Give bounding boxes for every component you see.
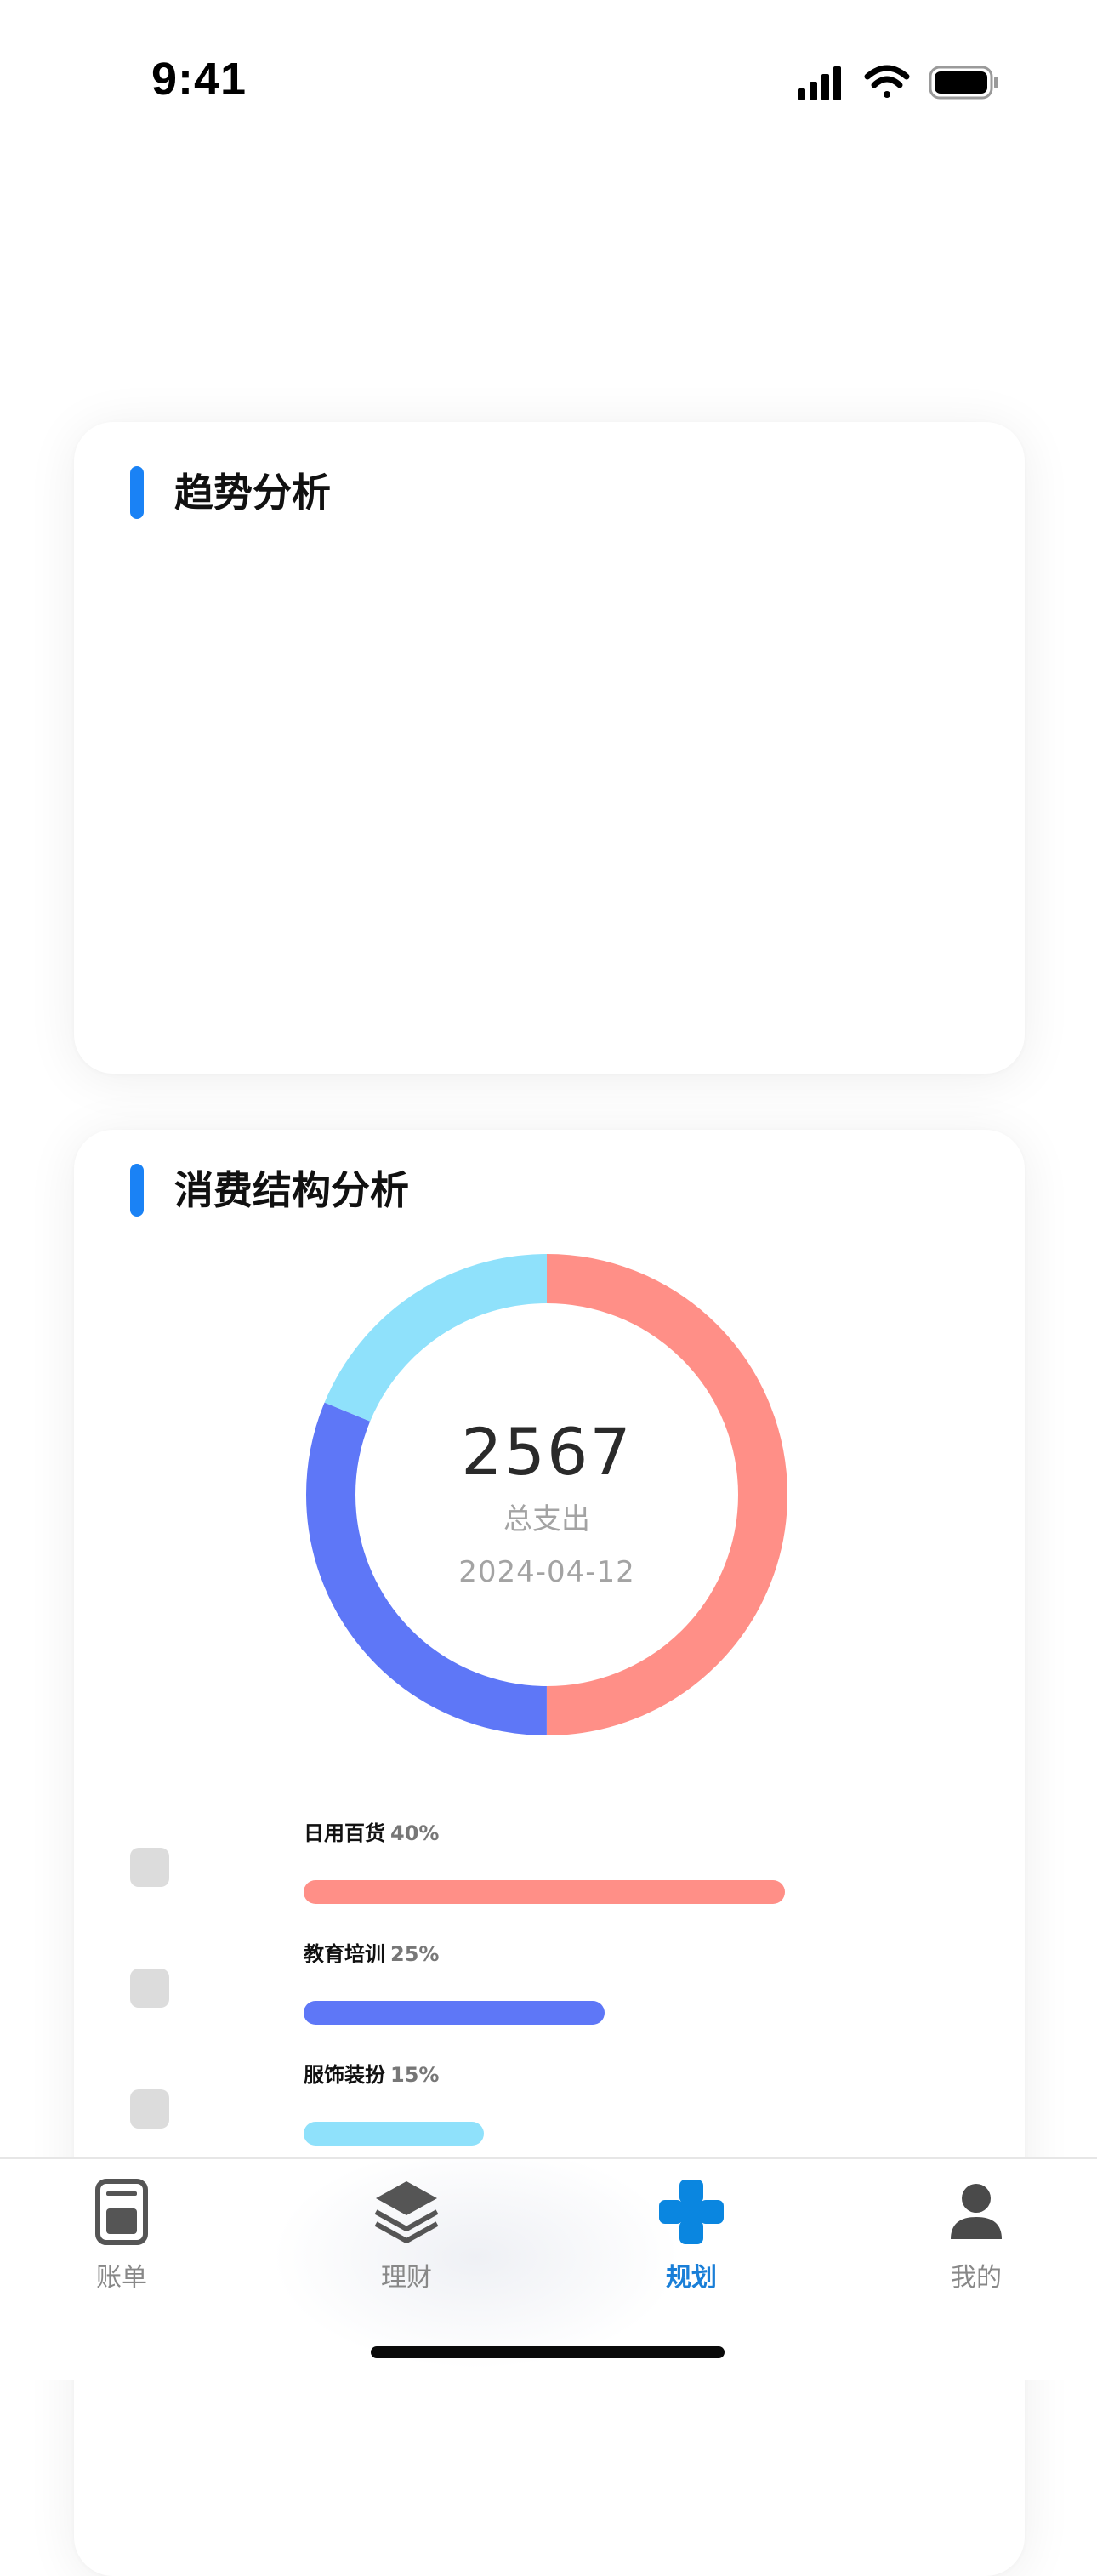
donut-total-amount: 2567: [461, 1414, 633, 1490]
tab-label: 规划: [666, 2263, 717, 2293]
user-icon: [951, 2184, 1002, 2239]
status-time: 9:41: [151, 54, 247, 105]
donut-date: 2024-04-12: [458, 1555, 635, 1589]
category-label: 服饰装扮: [304, 2063, 385, 2087]
category-progress-bar: [304, 2001, 605, 2025]
tab-plan[interactable]: 规划: [606, 2178, 776, 2305]
category-percent: 15%: [390, 2063, 440, 2087]
cellular-signal-icon: [798, 66, 841, 100]
category-percent: 25%: [390, 1942, 440, 1966]
category-progress-bar: [304, 1880, 785, 1904]
category-name: 服饰装扮 15%: [304, 2060, 439, 2089]
plan-cross-icon: [659, 2180, 724, 2244]
structure-card-title: 消费结构分析: [174, 1167, 409, 1213]
trend-chart-area: [108, 541, 991, 1043]
status-icons: [798, 65, 998, 100]
bill-icon: [95, 2179, 148, 2245]
category-checkbox[interactable]: [130, 1969, 169, 2008]
category-label: 日用百货: [304, 1821, 385, 1845]
donut-total-label: 总支出: [503, 1502, 590, 1536]
trend-analysis-card: 趋势分析: [74, 422, 1025, 1074]
legend-row[interactable]: 教育培训 25%: [74, 1940, 1025, 2067]
category-percent: 40%: [390, 1821, 440, 1845]
tab-label: 账单: [96, 2263, 147, 2293]
tab-label: 我的: [951, 2263, 1002, 2293]
category-progress-bar: [304, 2122, 484, 2146]
legend-row[interactable]: 日用百货 40%: [74, 1819, 1025, 1946]
trend-card-title: 趋势分析: [174, 470, 331, 516]
title-accent-bar: [130, 1164, 144, 1217]
layers-icon: [374, 2181, 439, 2243]
category-checkbox[interactable]: [130, 2089, 169, 2129]
title-accent-bar: [130, 466, 144, 519]
donut-center: 2567 总支出 2024-04-12: [306, 1254, 787, 1735]
battery-icon: [929, 66, 998, 100]
category-label: 教育培训: [304, 1942, 385, 1966]
tab-bill[interactable]: 账单: [37, 2178, 207, 2305]
category-name: 日用百货 40%: [304, 1819, 439, 1848]
category-checkbox[interactable]: [130, 1848, 169, 1887]
tab-mine[interactable]: 我的: [891, 2178, 1061, 2305]
wifi-icon: [864, 65, 910, 98]
status-bar: 9:41: [0, 0, 1097, 162]
home-indicator: [371, 2346, 725, 2358]
category-name: 教育培训 25%: [304, 1940, 439, 1969]
tab-finance[interactable]: 理财: [321, 2178, 492, 2305]
tab-label: 理财: [381, 2263, 432, 2293]
